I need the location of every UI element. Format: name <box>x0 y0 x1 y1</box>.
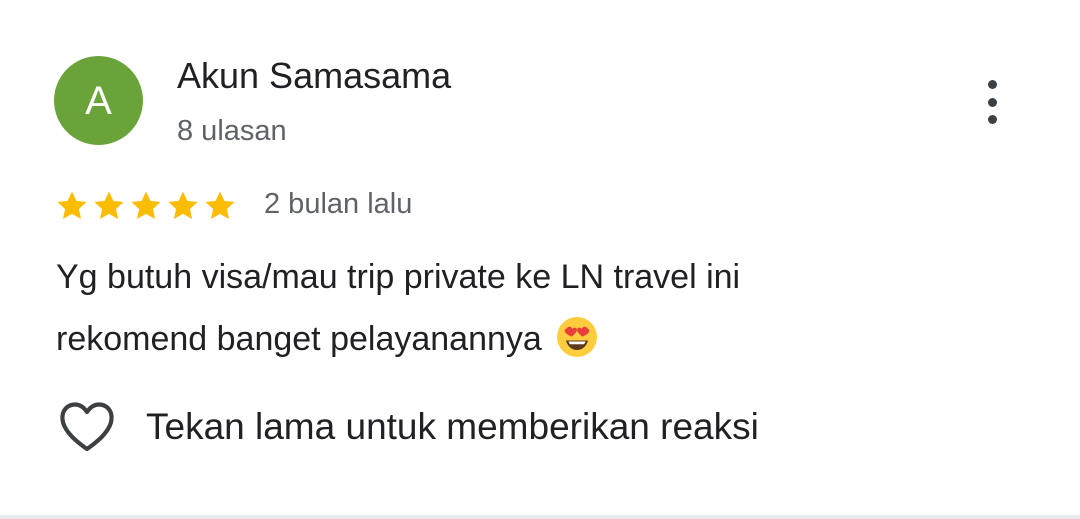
heart-outline-icon <box>60 402 114 452</box>
author-name[interactable]: Akun Samasama <box>177 55 451 97</box>
review-text: Yg butuh visa/mau trip private ke LN tra… <box>56 246 936 370</box>
review-time: 2 bulan lalu <box>264 188 413 220</box>
divider <box>0 515 1080 519</box>
more-vertical-icon <box>987 115 997 124</box>
avatar-letter: A <box>85 78 112 123</box>
avatar[interactable]: A <box>54 56 143 145</box>
star-icon <box>57 191 87 220</box>
review-text-line-with-emoji: rekomend banget pelayanannya <box>56 308 936 370</box>
heart-eyes-emoji-icon <box>557 317 598 357</box>
author-review-count: 8 ulasan <box>177 115 287 147</box>
react-button[interactable]: Tekan lama untuk memberikan reaksi <box>58 400 759 454</box>
review-text-line: Yg butuh visa/mau trip private ke LN tra… <box>56 258 741 296</box>
star-icon <box>131 191 161 220</box>
star-icon <box>168 191 198 220</box>
more-options-button[interactable] <box>976 80 1008 124</box>
star-icon <box>94 191 124 220</box>
more-vertical-icon <box>987 97 997 107</box>
react-label: Tekan lama untuk memberikan reaksi <box>146 406 759 447</box>
star-rating <box>54 189 238 223</box>
review-text-line: rekomend banget pelayanannya <box>56 320 542 358</box>
star-icon <box>205 191 235 220</box>
review-card: A Akun Samasama 8 ulasan 2 bulan lalu Yg… <box>0 0 1080 519</box>
more-vertical-icon <box>987 80 997 89</box>
